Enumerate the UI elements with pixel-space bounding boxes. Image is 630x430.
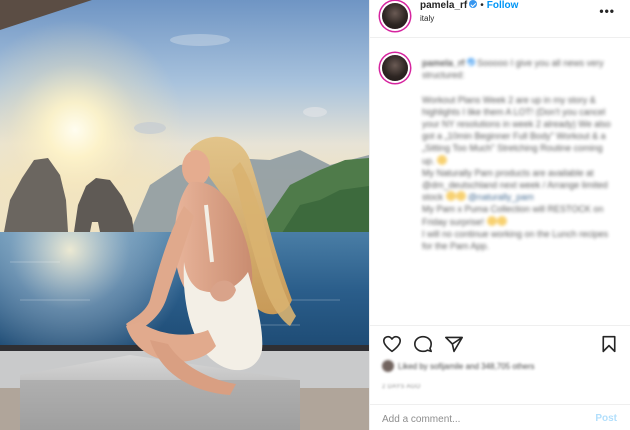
follow-button[interactable]: Follow	[487, 0, 519, 11]
caption-username[interactable]: pamela_rf	[422, 58, 465, 68]
likes-text: Liked by sofijamile and 348,705 others	[398, 362, 535, 371]
post-side-panel: pamela_rf • Follow italy ••• pamela_rf Soo…	[369, 0, 630, 430]
emoji-icon	[437, 154, 448, 165]
post-image	[0, 0, 369, 430]
post-actions	[370, 325, 630, 361]
verified-badge-icon	[469, 0, 478, 8]
caption-text: pamela_rf Sooooo I give you all news ver…	[422, 57, 612, 252]
emoji-icon	[486, 215, 497, 226]
caption-avatar[interactable]	[382, 55, 408, 81]
avatar[interactable]	[382, 3, 408, 29]
caption-verified-icon	[466, 58, 475, 66]
bookmark-icon[interactable]	[601, 335, 617, 353]
mention-link[interactable]: @naturally_pam	[468, 192, 534, 202]
emoji-icon	[455, 191, 466, 202]
add-comment-bar: Post	[370, 404, 630, 430]
post-header-user: pamela_rf • Follow	[420, 0, 518, 11]
more-options-icon[interactable]: •••	[599, 4, 615, 18]
emoji-icon	[445, 191, 456, 202]
caption-line-5: I will no continue working on the Lunch …	[422, 228, 609, 252]
speech-bubble-icon[interactable]	[413, 335, 433, 353]
comment-input[interactable]	[382, 411, 582, 427]
separator-dot: •	[480, 0, 484, 11]
location-link[interactable]: italy	[420, 14, 434, 23]
post-time[interactable]: 2 DAYS AGO	[382, 384, 421, 390]
instagram-post-view: pamela_rf • Follow italy ••• pamela_rf Soo…	[0, 0, 630, 430]
paper-plane-icon[interactable]	[444, 335, 464, 353]
caption-line-2: Workout Plans Week 2 are up in my story …	[422, 94, 611, 166]
post-photo[interactable]	[0, 0, 369, 430]
emoji-icon	[496, 215, 507, 226]
post-header: pamela_rf • Follow italy •••	[370, 0, 630, 38]
heart-icon[interactable]	[382, 335, 402, 353]
caption-line-4: My Pam x Puma Collection will RESTOCK on…	[422, 204, 604, 227]
liker-avatar	[382, 360, 394, 372]
post-comment-button[interactable]: Post	[595, 413, 617, 424]
caption-area: pamela_rf Sooooo I give you all news ver…	[370, 39, 630, 324]
likes-summary[interactable]: Liked by sofijamile and 348,705 others	[382, 360, 535, 372]
username-link[interactable]: pamela_rf	[420, 0, 467, 11]
